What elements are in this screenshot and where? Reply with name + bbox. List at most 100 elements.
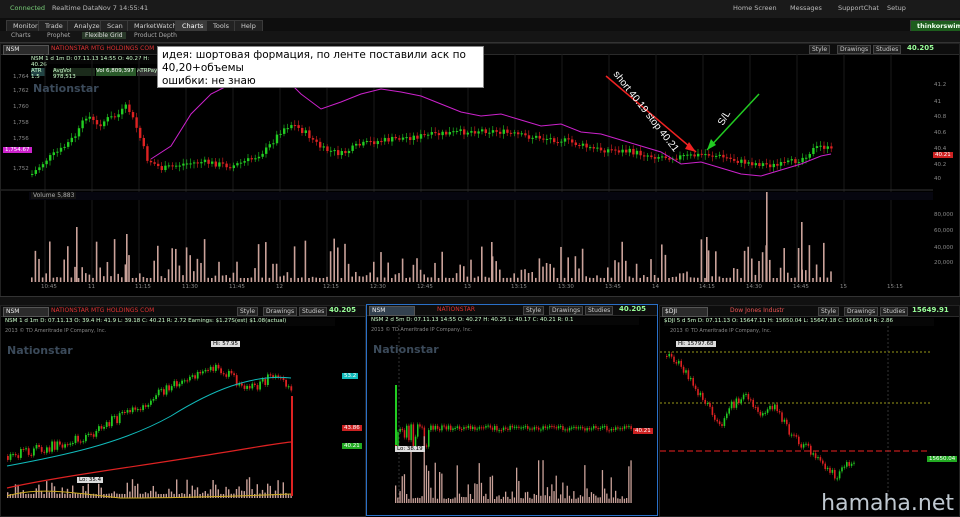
volume-bar — [617, 498, 619, 503]
volume-bar — [635, 263, 638, 282]
volume-bar — [277, 480, 279, 498]
candle — [209, 366, 212, 371]
candle — [480, 427, 483, 429]
candle — [635, 150, 639, 155]
volume-bar — [69, 493, 71, 498]
candle — [586, 428, 588, 431]
candle — [85, 435, 87, 442]
tab-trade[interactable]: Trade — [38, 20, 70, 31]
candle — [579, 427, 582, 429]
bm-symbol-field[interactable]: NSM — [369, 306, 415, 316]
volume-bar — [590, 492, 593, 503]
candle — [601, 426, 604, 428]
bl-drawings-button[interactable]: Drawings — [263, 307, 298, 316]
candle — [95, 120, 99, 125]
bl-daily-chart[interactable] — [1, 326, 365, 516]
candle — [838, 471, 841, 479]
bm-intraday-chart[interactable] — [367, 325, 657, 515]
candle — [733, 401, 735, 408]
candle — [202, 371, 204, 374]
volume-bar — [43, 493, 45, 498]
candle — [751, 162, 754, 166]
candle — [329, 150, 333, 152]
tab-tools[interactable]: Tools — [206, 20, 237, 31]
candle — [765, 163, 768, 165]
subtab-product-depth[interactable]: Product Depth — [131, 32, 180, 39]
tab-charts[interactable]: Charts — [175, 20, 211, 31]
candle — [414, 436, 417, 447]
candle — [155, 395, 157, 400]
bl-style-button[interactable]: Style — [237, 307, 259, 316]
candle — [22, 448, 25, 450]
volume-bar — [494, 498, 496, 503]
candle — [815, 146, 819, 149]
messages-button[interactable]: Messages — [790, 4, 822, 12]
volume-bar — [126, 482, 128, 498]
bm-drawings-button[interactable]: Drawings — [549, 306, 584, 315]
candle — [621, 149, 624, 153]
candle — [196, 162, 199, 164]
volume-bar — [250, 277, 253, 282]
subtab-prophet[interactable]: Prophet — [44, 32, 73, 39]
candle — [103, 426, 105, 429]
candle — [817, 457, 819, 459]
candle — [152, 399, 155, 401]
main-price-chart[interactable]: short 40.19 stop 40.21 S/L — [1, 54, 959, 296]
candle — [38, 444, 40, 448]
volume-bar — [527, 491, 529, 503]
bl-symbol-field[interactable]: NSM — [3, 307, 49, 317]
bm-studies-button[interactable]: Studies — [585, 306, 614, 315]
candle — [721, 424, 723, 426]
time-axis-label: 11:15 — [135, 284, 151, 290]
candle — [220, 368, 222, 374]
candle — [675, 158, 678, 160]
candle — [355, 143, 358, 146]
time-axis-label: 12:30 — [370, 284, 386, 290]
candle — [212, 366, 215, 371]
candle — [491, 427, 494, 430]
br-style-button[interactable]: Style — [818, 307, 840, 316]
brand-logo: thinkorswim — [910, 20, 960, 31]
volume-bar — [85, 491, 87, 498]
bl-studies-button[interactable]: Studies — [299, 307, 328, 316]
candle — [199, 371, 202, 374]
volume-bar — [577, 497, 579, 503]
br-index-chart[interactable] — [660, 326, 959, 516]
main-style-button[interactable]: Style — [809, 45, 831, 54]
candle — [250, 158, 253, 160]
subtab-flexible-grid[interactable]: Flexible Grid — [82, 32, 126, 39]
candle — [575, 426, 577, 429]
setup-button[interactable]: Setup — [887, 4, 906, 12]
candle — [639, 150, 642, 156]
br-symbol-field[interactable]: $DJI — [662, 307, 708, 317]
br-studies-button[interactable]: Studies — [880, 307, 909, 316]
volume-bar — [351, 276, 353, 282]
volume-bar — [103, 276, 105, 282]
tab-help[interactable]: Help — [234, 20, 263, 31]
candle — [362, 141, 365, 146]
subtab-charts[interactable]: Charts — [8, 32, 34, 39]
main-studies-button[interactable]: Studies — [873, 45, 902, 54]
candle — [108, 422, 111, 427]
volume-bar — [261, 489, 264, 498]
main-drawings-button[interactable]: Drawings — [837, 45, 872, 54]
bm-style-button[interactable]: Style — [523, 306, 545, 315]
candle — [81, 120, 84, 129]
volume-bar — [417, 497, 419, 503]
volume-spike — [126, 234, 128, 282]
br-drawings-button[interactable]: Drawings — [844, 307, 879, 316]
tab-scan[interactable]: Scan — [100, 20, 130, 31]
support-chat-button[interactable]: SupportChat — [838, 4, 879, 12]
volume-bar — [571, 498, 573, 503]
candle — [217, 364, 220, 369]
candle — [103, 121, 106, 127]
volume-bar — [463, 266, 465, 282]
candle — [61, 444, 64, 448]
volume-bar — [46, 481, 48, 498]
volume-bar — [347, 263, 350, 282]
candle — [714, 414, 716, 420]
candle — [524, 133, 527, 136]
candle — [142, 405, 144, 411]
home-screen-button[interactable]: Home Screen — [733, 4, 777, 12]
candle — [432, 425, 434, 430]
